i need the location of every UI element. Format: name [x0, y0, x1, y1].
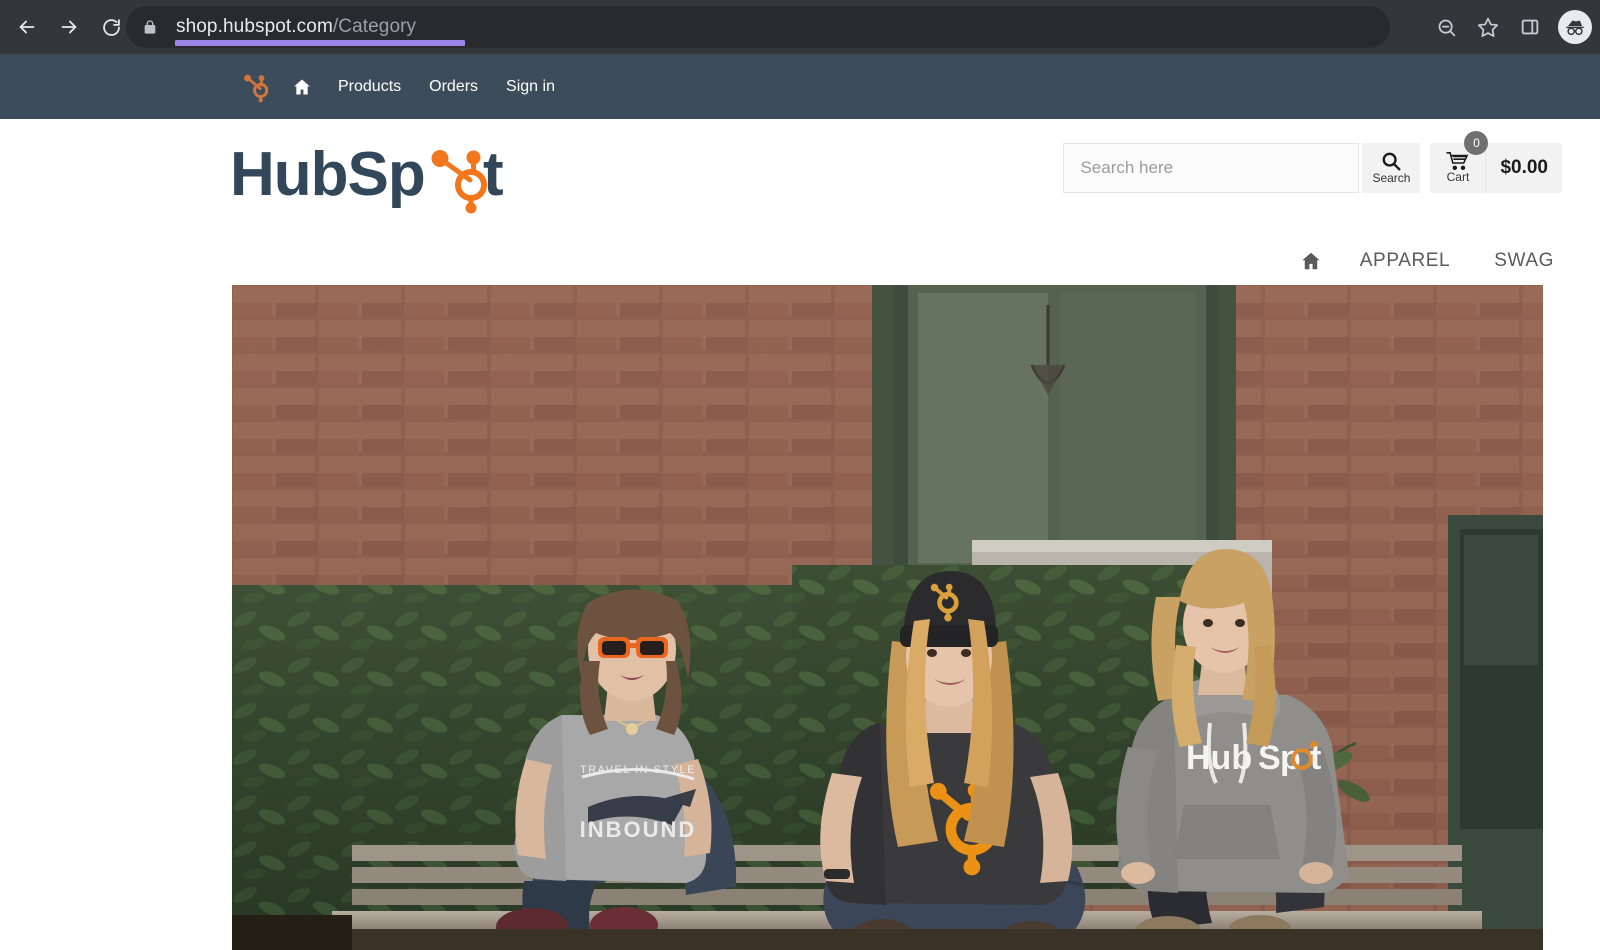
- cart-total: $0.00: [1500, 157, 1548, 178]
- site-top-navigation: Products Orders Sign in: [0, 54, 1600, 119]
- cart-button[interactable]: 0 Cart $0.00: [1430, 131, 1562, 193]
- arrow-left-icon: [19, 20, 35, 34]
- svg-text:TRAVEL IN STYLE: TRAVEL IN STYLE: [580, 764, 696, 776]
- svg-text:Hub: Hub: [1186, 739, 1252, 777]
- incognito-avatar-icon: [1566, 20, 1584, 36]
- topnav-home-link[interactable]: [292, 77, 312, 97]
- topnav-link-signin[interactable]: Sign in: [506, 78, 555, 96]
- zoom-out-icon: [1438, 19, 1455, 36]
- home-icon: [294, 79, 310, 94]
- svg-text:t: t: [1310, 739, 1321, 777]
- search-and-cart: Search 0 Cart $0.00: [1063, 131, 1562, 193]
- url-path: /Category: [332, 16, 417, 37]
- back-button[interactable]: [10, 10, 44, 44]
- store-header: HubSp t Search 0: [0, 119, 1600, 237]
- cart-label: Cart: [1446, 170, 1470, 185]
- hero-banner-image[interactable]: TRAVEL IN STYLE INBOUND Hub S p t: [232, 285, 1543, 950]
- hubspot-logo[interactable]: HubSp t: [230, 139, 520, 221]
- category-link-swag[interactable]: SWAG: [1494, 250, 1554, 272]
- search-button-label: Search: [1372, 171, 1411, 186]
- side-panel-button[interactable]: [1510, 7, 1550, 47]
- profile-button[interactable]: [1558, 10, 1592, 44]
- search-button[interactable]: Search: [1362, 143, 1421, 193]
- hero-photo: TRAVEL IN STYLE INBOUND Hub S p t: [232, 285, 1543, 950]
- svg-text:t: t: [483, 140, 503, 209]
- browser-nav-buttons: [0, 10, 128, 44]
- category-navigation: APPAREL SWAG: [0, 237, 1600, 285]
- arrow-right-icon: [61, 20, 77, 34]
- zoom-out-button[interactable]: [1426, 7, 1466, 47]
- hubspot-sprocket-icon[interactable]: [238, 70, 274, 104]
- url-text: shop.hubspot.com/Category: [176, 16, 416, 38]
- url-domain: shop.hubspot.com: [176, 16, 333, 37]
- shopping-cart-icon: [1446, 152, 1469, 171]
- browser-toolbar-actions: [1426, 6, 1592, 48]
- star-icon: [1477, 17, 1499, 38]
- svg-text:HubSp: HubSp: [230, 140, 425, 209]
- hubspot-wordmark-icon: HubSp t: [230, 140, 504, 214]
- home-icon: [1302, 252, 1320, 270]
- reload-icon: [102, 18, 120, 36]
- svg-text:p: p: [1280, 739, 1301, 777]
- bookmark-button[interactable]: [1468, 7, 1508, 47]
- category-home-link[interactable]: [1300, 250, 1322, 272]
- topnav-link-orders[interactable]: Orders: [429, 78, 478, 96]
- reload-button[interactable]: [94, 10, 128, 44]
- search-icon: [1383, 152, 1401, 171]
- category-link-apparel[interactable]: APPAREL: [1360, 250, 1450, 272]
- url-highlight-bar: [175, 40, 465, 46]
- browser-chrome: shop.hubspot.com/Category: [0, 0, 1600, 54]
- svg-text:INBOUND: INBOUND: [580, 817, 697, 842]
- side-panel-icon: [1521, 19, 1539, 35]
- search-input[interactable]: [1063, 143, 1360, 193]
- topnav-link-products[interactable]: Products: [338, 78, 401, 96]
- forward-button[interactable]: [52, 10, 86, 44]
- lock-icon: [144, 20, 156, 34]
